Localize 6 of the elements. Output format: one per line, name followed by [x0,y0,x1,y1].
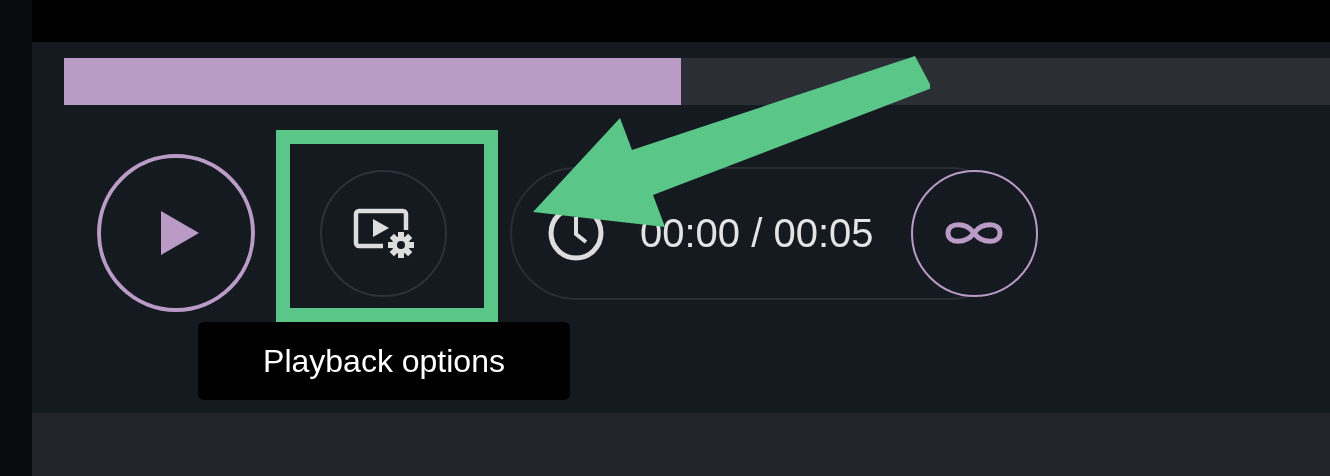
progress-bar[interactable] [64,58,1330,105]
video-settings-icon [352,208,415,258]
play-button[interactable] [97,154,255,312]
playback-options-button[interactable] [320,169,447,297]
tooltip: Playback options [198,322,570,400]
play-icon [161,211,199,255]
